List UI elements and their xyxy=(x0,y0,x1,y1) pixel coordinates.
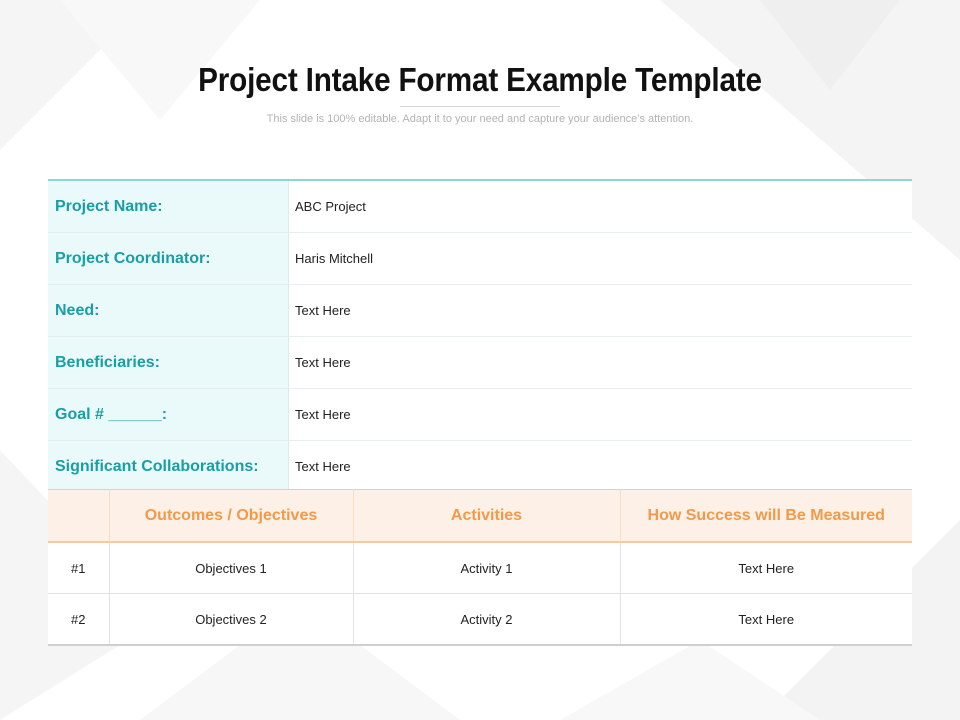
activity-cell[interactable]: Activity 2 xyxy=(353,593,621,646)
table-row: #2 Objectives 2 Activity 2 Text Here xyxy=(48,593,912,646)
field-value-goal[interactable]: Text Here xyxy=(288,388,912,441)
field-label-beneficiaries: Beneficiaries: xyxy=(48,336,289,389)
success-measure-cell[interactable]: Text Here xyxy=(620,593,912,646)
field-label-goal: Goal # ______: xyxy=(48,388,289,441)
field-label-need: Need: xyxy=(48,284,289,337)
field-value-need[interactable]: Text Here xyxy=(288,284,912,337)
table-row: Need: Text Here xyxy=(48,284,912,337)
table-row: #1 Objectives 1 Activity 1 Text Here xyxy=(48,542,912,594)
row-number: #2 xyxy=(48,593,110,646)
table-row: Project Coordinator: Haris Mitchell xyxy=(48,232,912,285)
objective-cell[interactable]: Objectives 1 xyxy=(109,542,354,594)
table-row: Significant Collaborations: Text Here xyxy=(48,440,912,493)
column-header-success-measure: How Success will Be Measured xyxy=(620,489,912,543)
table-header-row: Outcomes / Objectives Activities How Suc… xyxy=(48,489,912,543)
field-label-project-coordinator: Project Coordinator: xyxy=(48,232,289,285)
field-value-project-name[interactable]: ABC Project xyxy=(288,179,912,233)
page-title: Project Intake Format Example Template xyxy=(198,61,762,98)
header: Project Intake Format Example Template T… xyxy=(0,52,960,125)
column-header-number xyxy=(48,489,110,543)
column-header-outcomes: Outcomes / Objectives xyxy=(109,489,354,543)
success-measure-cell[interactable]: Text Here xyxy=(620,542,912,594)
activity-cell[interactable]: Activity 1 xyxy=(353,542,621,594)
row-number: #1 xyxy=(48,542,110,594)
field-value-beneficiaries[interactable]: Text Here xyxy=(288,336,912,389)
page-subtitle: This slide is 100% editable. Adapt it to… xyxy=(266,113,694,125)
table-row: Project Name: ABC Project xyxy=(48,179,912,233)
field-label-significant-collaborations: Significant Collaborations: xyxy=(48,440,289,493)
objective-cell[interactable]: Objectives 2 xyxy=(109,593,354,646)
field-value-significant-collaborations[interactable]: Text Here xyxy=(288,440,912,493)
field-label-project-name: Project Name: xyxy=(48,179,289,233)
column-header-activities: Activities xyxy=(353,489,621,543)
table-row: Goal # ______: Text Here xyxy=(48,388,912,441)
intake-table: Project Name: ABC Project Project Coordi… xyxy=(48,179,912,493)
outcomes-table: Outcomes / Objectives Activities How Suc… xyxy=(48,489,912,646)
field-value-project-coordinator[interactable]: Haris Mitchell xyxy=(288,232,912,285)
table-row: Beneficiaries: Text Here xyxy=(48,336,912,389)
